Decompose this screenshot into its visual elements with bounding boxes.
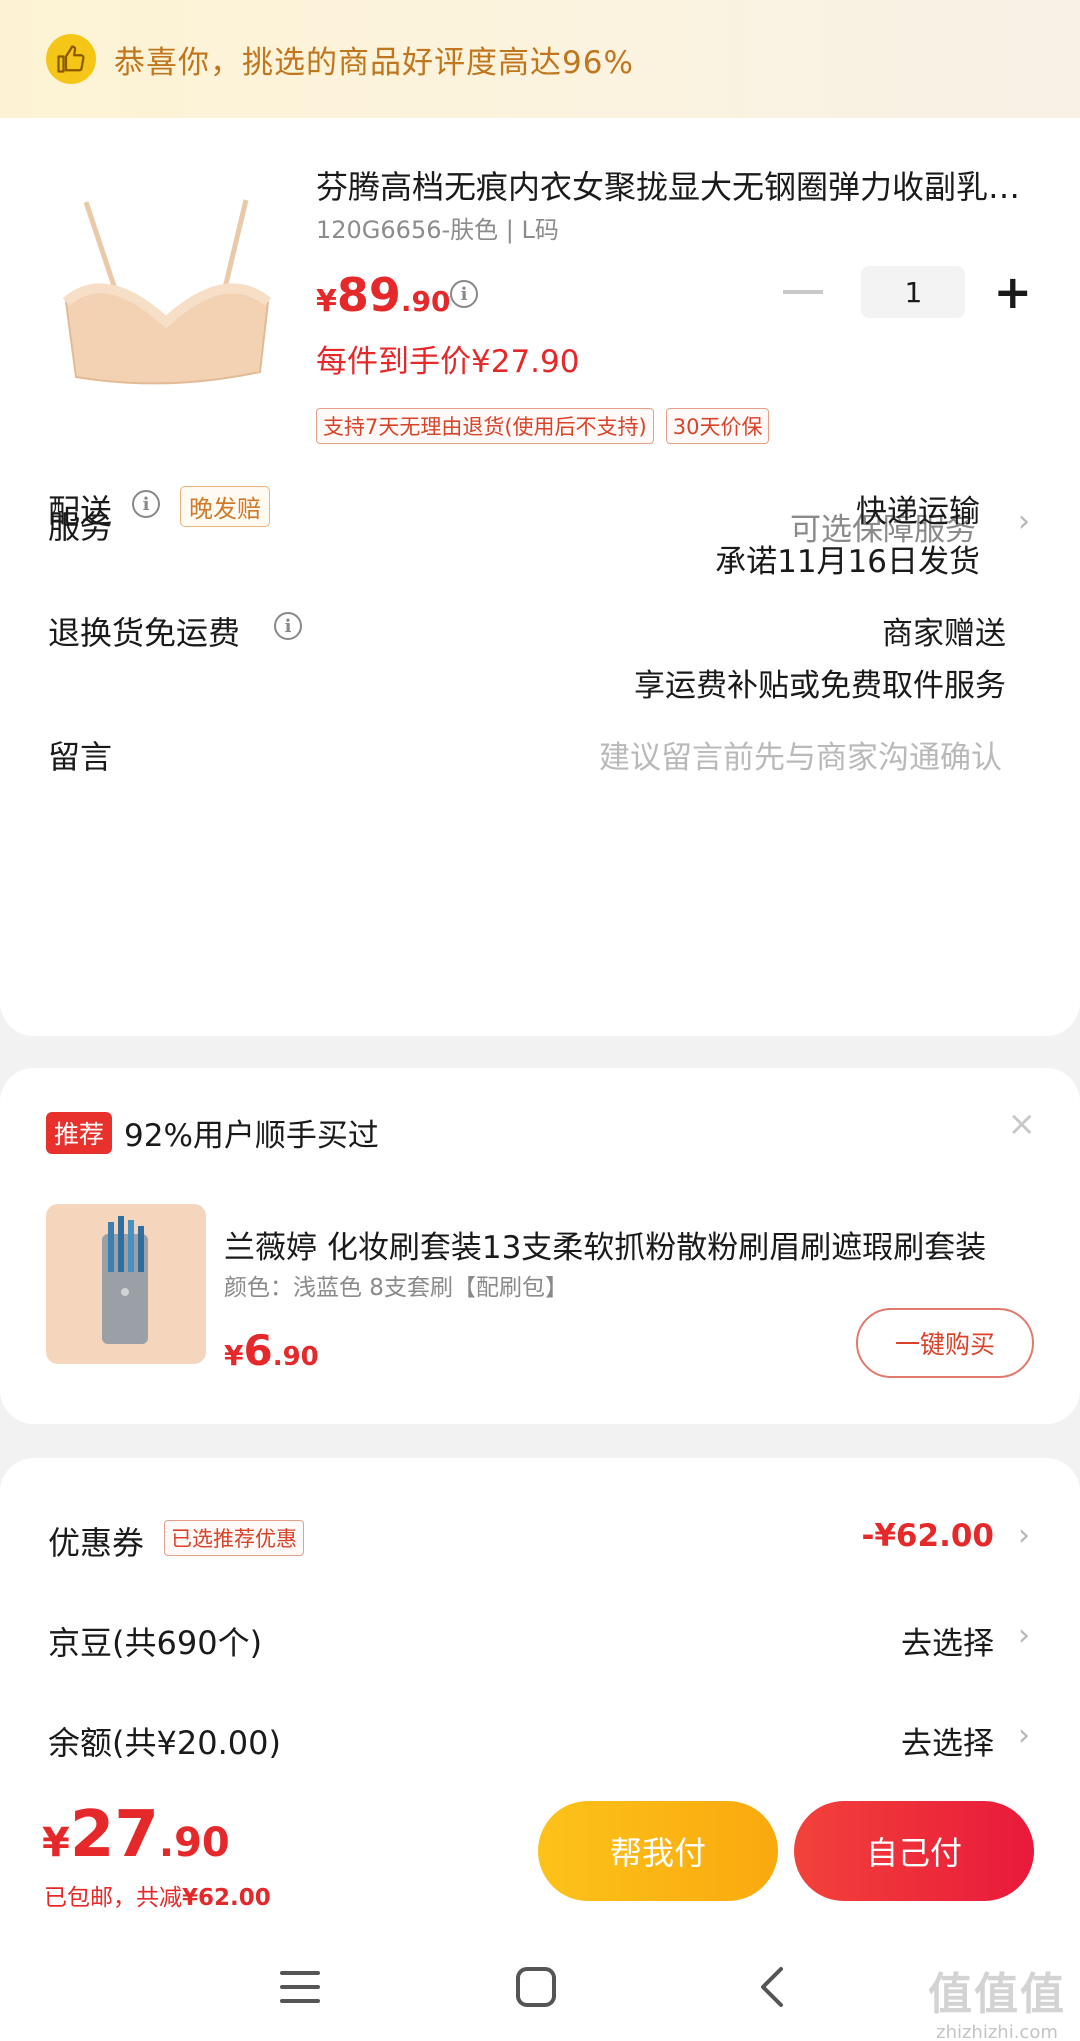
deal-price: 每件到手价¥27.90	[316, 344, 580, 380]
price-info-icon[interactable]: i	[450, 280, 478, 308]
delivery-method[interactable]: 快递运输	[856, 486, 980, 531]
delivery-info-icon[interactable]: i	[132, 490, 160, 518]
product-title[interactable]: 芬腾高档无痕内衣女聚拢显大无钢圈弹力收副乳文胸	[316, 162, 1036, 208]
balance-label: 余额(共¥20.00)	[48, 1724, 281, 1762]
watermark-text: 值值值	[928, 1969, 1066, 2020]
quantity-input[interactable]: 1	[861, 266, 966, 318]
minus-icon[interactable]	[783, 290, 824, 294]
recommendation-header: 推荐 92%用户顺手买过	[46, 1110, 379, 1155]
return-info-icon[interactable]: i	[274, 612, 302, 640]
price-protect-tag: 30天价保	[665, 408, 770, 444]
banner-text: 恭喜你，挑选的商品好评度高达96%	[114, 44, 634, 81]
close-icon[interactable]: ×	[1008, 1104, 1037, 1144]
product-price: ¥ 89 .90	[316, 268, 451, 322]
plus-icon[interactable]: +	[993, 269, 1032, 315]
chevron-right-icon[interactable]: ›	[1018, 1518, 1030, 1553]
recommend-product-image[interactable]	[46, 1204, 206, 1364]
praise-banner: 恭喜你，挑选的商品好评度高达96%	[0, 0, 1080, 118]
system-navigation-bar	[0, 1923, 1080, 2041]
delivery-promise: 承诺11月16日发货	[715, 544, 980, 580]
order-item-card: 芬腾高档无痕内衣女聚拢显大无钢圈弹力收副乳文胸 120G6656-肤色 | L码…	[0, 118, 1080, 1036]
balance-select[interactable]: 去选择	[901, 1718, 994, 1763]
watermark-logo: 值值值 zhizhizhi.com	[928, 1958, 1066, 2041]
chevron-right-icon[interactable]: ›	[1018, 1718, 1030, 1753]
chevron-right-icon[interactable]: ›	[1018, 504, 1030, 539]
menu-icon[interactable]	[270, 1957, 330, 2017]
product-image[interactable]	[46, 172, 286, 412]
coupon-value[interactable]: -¥62.00	[862, 1518, 995, 1554]
total-currency: ¥	[42, 1820, 70, 1866]
recommend-badge: 推荐	[46, 1111, 113, 1154]
delivery-label: 配送	[48, 492, 113, 530]
chevron-right-icon[interactable]: ›	[1018, 1618, 1030, 1653]
message-input[interactable]: 建议留言前先与商家沟通确认	[599, 732, 1002, 777]
price-currency: ¥	[316, 284, 337, 319]
discounts-card: 优惠券 已选推荐优惠 -¥62.00 › 京豆(共690个) 去选择 › 余额(…	[0, 1458, 1080, 1788]
savings-text: 已包邮，共减	[44, 1885, 182, 1911]
coupon-recommended-tag: 已选推荐优惠	[164, 1520, 304, 1556]
recommend-price-decimal: .90	[272, 1342, 319, 1372]
total-integer: 27	[69, 1798, 159, 1872]
payment-bar: ¥ 27 .90 已包邮，共减¥62.00 帮我付 自己付	[0, 1788, 1080, 1923]
beans-label: 京豆(共690个)	[48, 1624, 263, 1662]
home-icon[interactable]	[506, 1957, 566, 2017]
recommendation-card: 推荐 92%用户顺手买过 × 兰薇婷 化妆刷套装13支柔软抓粉散粉刷眉刷遮瑕刷套…	[0, 1068, 1080, 1424]
pay-myself-button[interactable]: 自己付	[794, 1801, 1034, 1901]
coupon-label: 优惠券	[48, 1524, 145, 1562]
quantity-stepper: 1 +	[783, 266, 1032, 318]
thumbs-up-icon	[46, 34, 96, 84]
savings-summary: 已包邮，共减¥62.00	[44, 1878, 271, 1912]
recommend-price-currency: ¥	[224, 1339, 244, 1372]
price-integer: 89	[336, 268, 401, 322]
savings-amount: ¥62.00	[182, 1885, 271, 1911]
return-freight-value: 商家赠送	[882, 616, 1006, 652]
total-decimal: .90	[158, 1820, 230, 1866]
message-label: 留言	[48, 738, 113, 776]
late-compensation-tag[interactable]: 晚发赔	[180, 486, 270, 527]
return-policy-tag: 支持7天无理由退货(使用后不支持)	[316, 408, 654, 444]
recommend-price-integer: 6	[243, 1326, 273, 1375]
recommend-title: 92%用户顺手买过	[124, 1118, 379, 1154]
product-spec[interactable]: 120G6656-肤色 | L码	[316, 210, 559, 245]
help-me-pay-button[interactable]: 帮我付	[538, 1801, 778, 1901]
beans-select[interactable]: 去选择	[901, 1618, 994, 1663]
one-click-buy-button[interactable]: 一键购买	[856, 1308, 1034, 1378]
recommend-product-title[interactable]: 兰薇婷 化妆刷套装13支柔软抓粉散粉刷眉刷遮瑕刷套装	[224, 1222, 1024, 1267]
recommend-product-spec: 颜色：浅蓝色 8支套刷【配刷包】	[224, 1275, 568, 1301]
return-freight-detail: 享运费补贴或免费取件服务	[634, 668, 1006, 704]
back-icon[interactable]	[742, 1957, 802, 2017]
return-freight-label: 退换货免运费	[48, 614, 241, 652]
total-price: ¥ 27 .90	[42, 1798, 230, 1872]
recommend-price: ¥ 6 .90	[224, 1326, 319, 1375]
service-tags: 支持7天无理由退货(使用后不支持) 30天价保	[316, 408, 770, 444]
price-decimal: .90	[400, 285, 451, 318]
watermark-url: zhizhizhi.com	[936, 2022, 1058, 2041]
